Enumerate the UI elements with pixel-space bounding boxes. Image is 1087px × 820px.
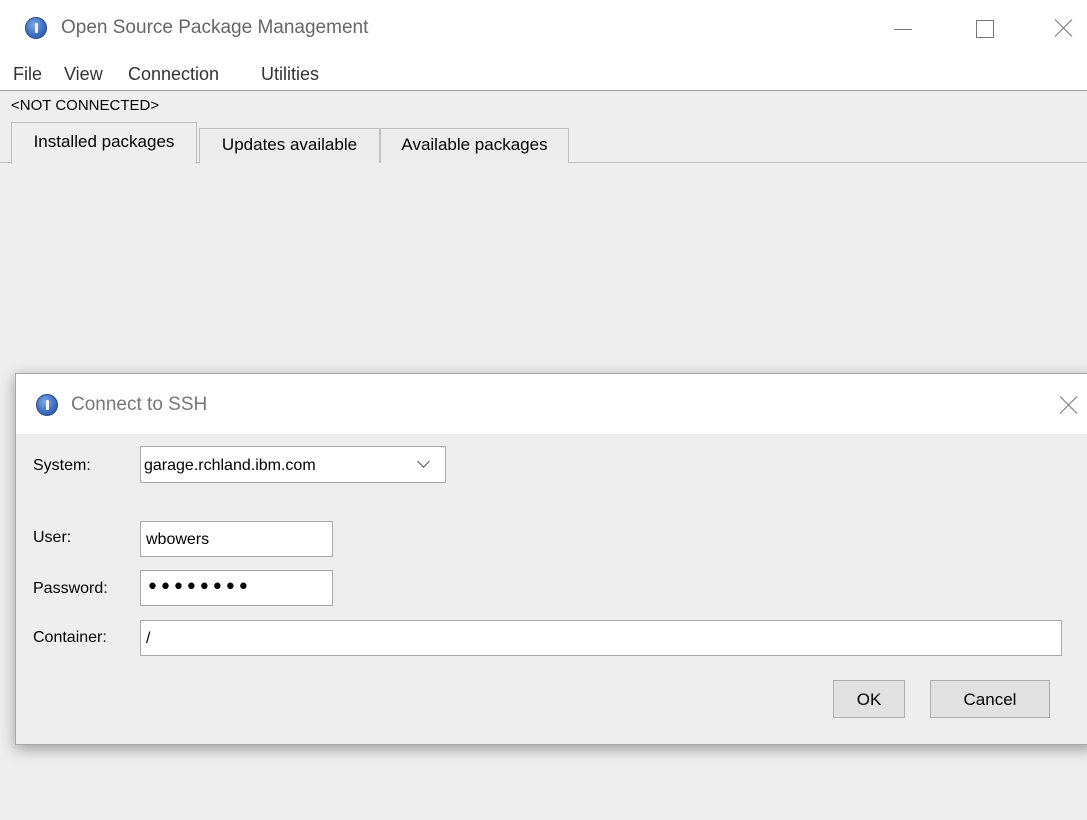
- menu-utilities[interactable]: Utilities: [261, 64, 319, 85]
- password-field[interactable]: ••••••••: [140, 570, 333, 606]
- maximize-button[interactable]: [960, 10, 1006, 48]
- menu-bar: File View Connection Utilities: [0, 58, 1087, 91]
- chevron-down-icon: [417, 455, 430, 468]
- tab-installed-packages[interactable]: Installed packages: [11, 122, 197, 164]
- system-value: garage.rchland.ibm.com: [144, 457, 316, 474]
- system-dropdown[interactable]: garage.rchland.ibm.com: [140, 446, 446, 483]
- window-title: Open Source Package Management: [61, 17, 369, 38]
- close-icon: [1059, 395, 1079, 415]
- connection-status: <NOT CONNECTED>: [11, 97, 160, 114]
- menu-view[interactable]: View: [64, 64, 103, 85]
- user-label: User:: [33, 529, 72, 546]
- system-label: System:: [33, 457, 91, 474]
- password-label: Password:: [33, 580, 108, 597]
- minimize-button[interactable]: [880, 10, 926, 48]
- close-icon: [1054, 18, 1074, 38]
- connect-ssh-dialog: Connect to SSH System: garage.rchland.ib…: [15, 373, 1087, 745]
- java-app-icon: [25, 17, 47, 39]
- java-app-icon: [36, 394, 58, 416]
- tab-available-packages[interactable]: Available packages: [380, 128, 569, 163]
- password-mask: ••••••••: [146, 575, 250, 600]
- user-value: wbowers: [146, 531, 210, 548]
- app-window: Open Source Package Management File View…: [0, 0, 1087, 820]
- close-window-button[interactable]: [1040, 10, 1086, 48]
- ok-button[interactable]: OK: [833, 680, 905, 718]
- tab-strip: Updates available Available packages Ins…: [0, 122, 1087, 164]
- user-field[interactable]: wbowers: [140, 521, 333, 557]
- menu-file[interactable]: File: [13, 64, 42, 85]
- cancel-button[interactable]: Cancel: [930, 680, 1050, 718]
- container-label: Container:: [33, 629, 107, 646]
- container-field[interactable]: /: [140, 620, 1062, 656]
- menu-connection[interactable]: Connection: [128, 64, 219, 85]
- tab-updates-available[interactable]: Updates available: [199, 128, 380, 163]
- dialog-titlebar[interactable]: Connect to SSH: [16, 374, 1087, 434]
- window-titlebar[interactable]: Open Source Package Management: [0, 0, 1087, 58]
- dialog-close-button[interactable]: [1056, 392, 1086, 422]
- dialog-title: Connect to SSH: [71, 394, 208, 415]
- container-value: /: [146, 630, 151, 647]
